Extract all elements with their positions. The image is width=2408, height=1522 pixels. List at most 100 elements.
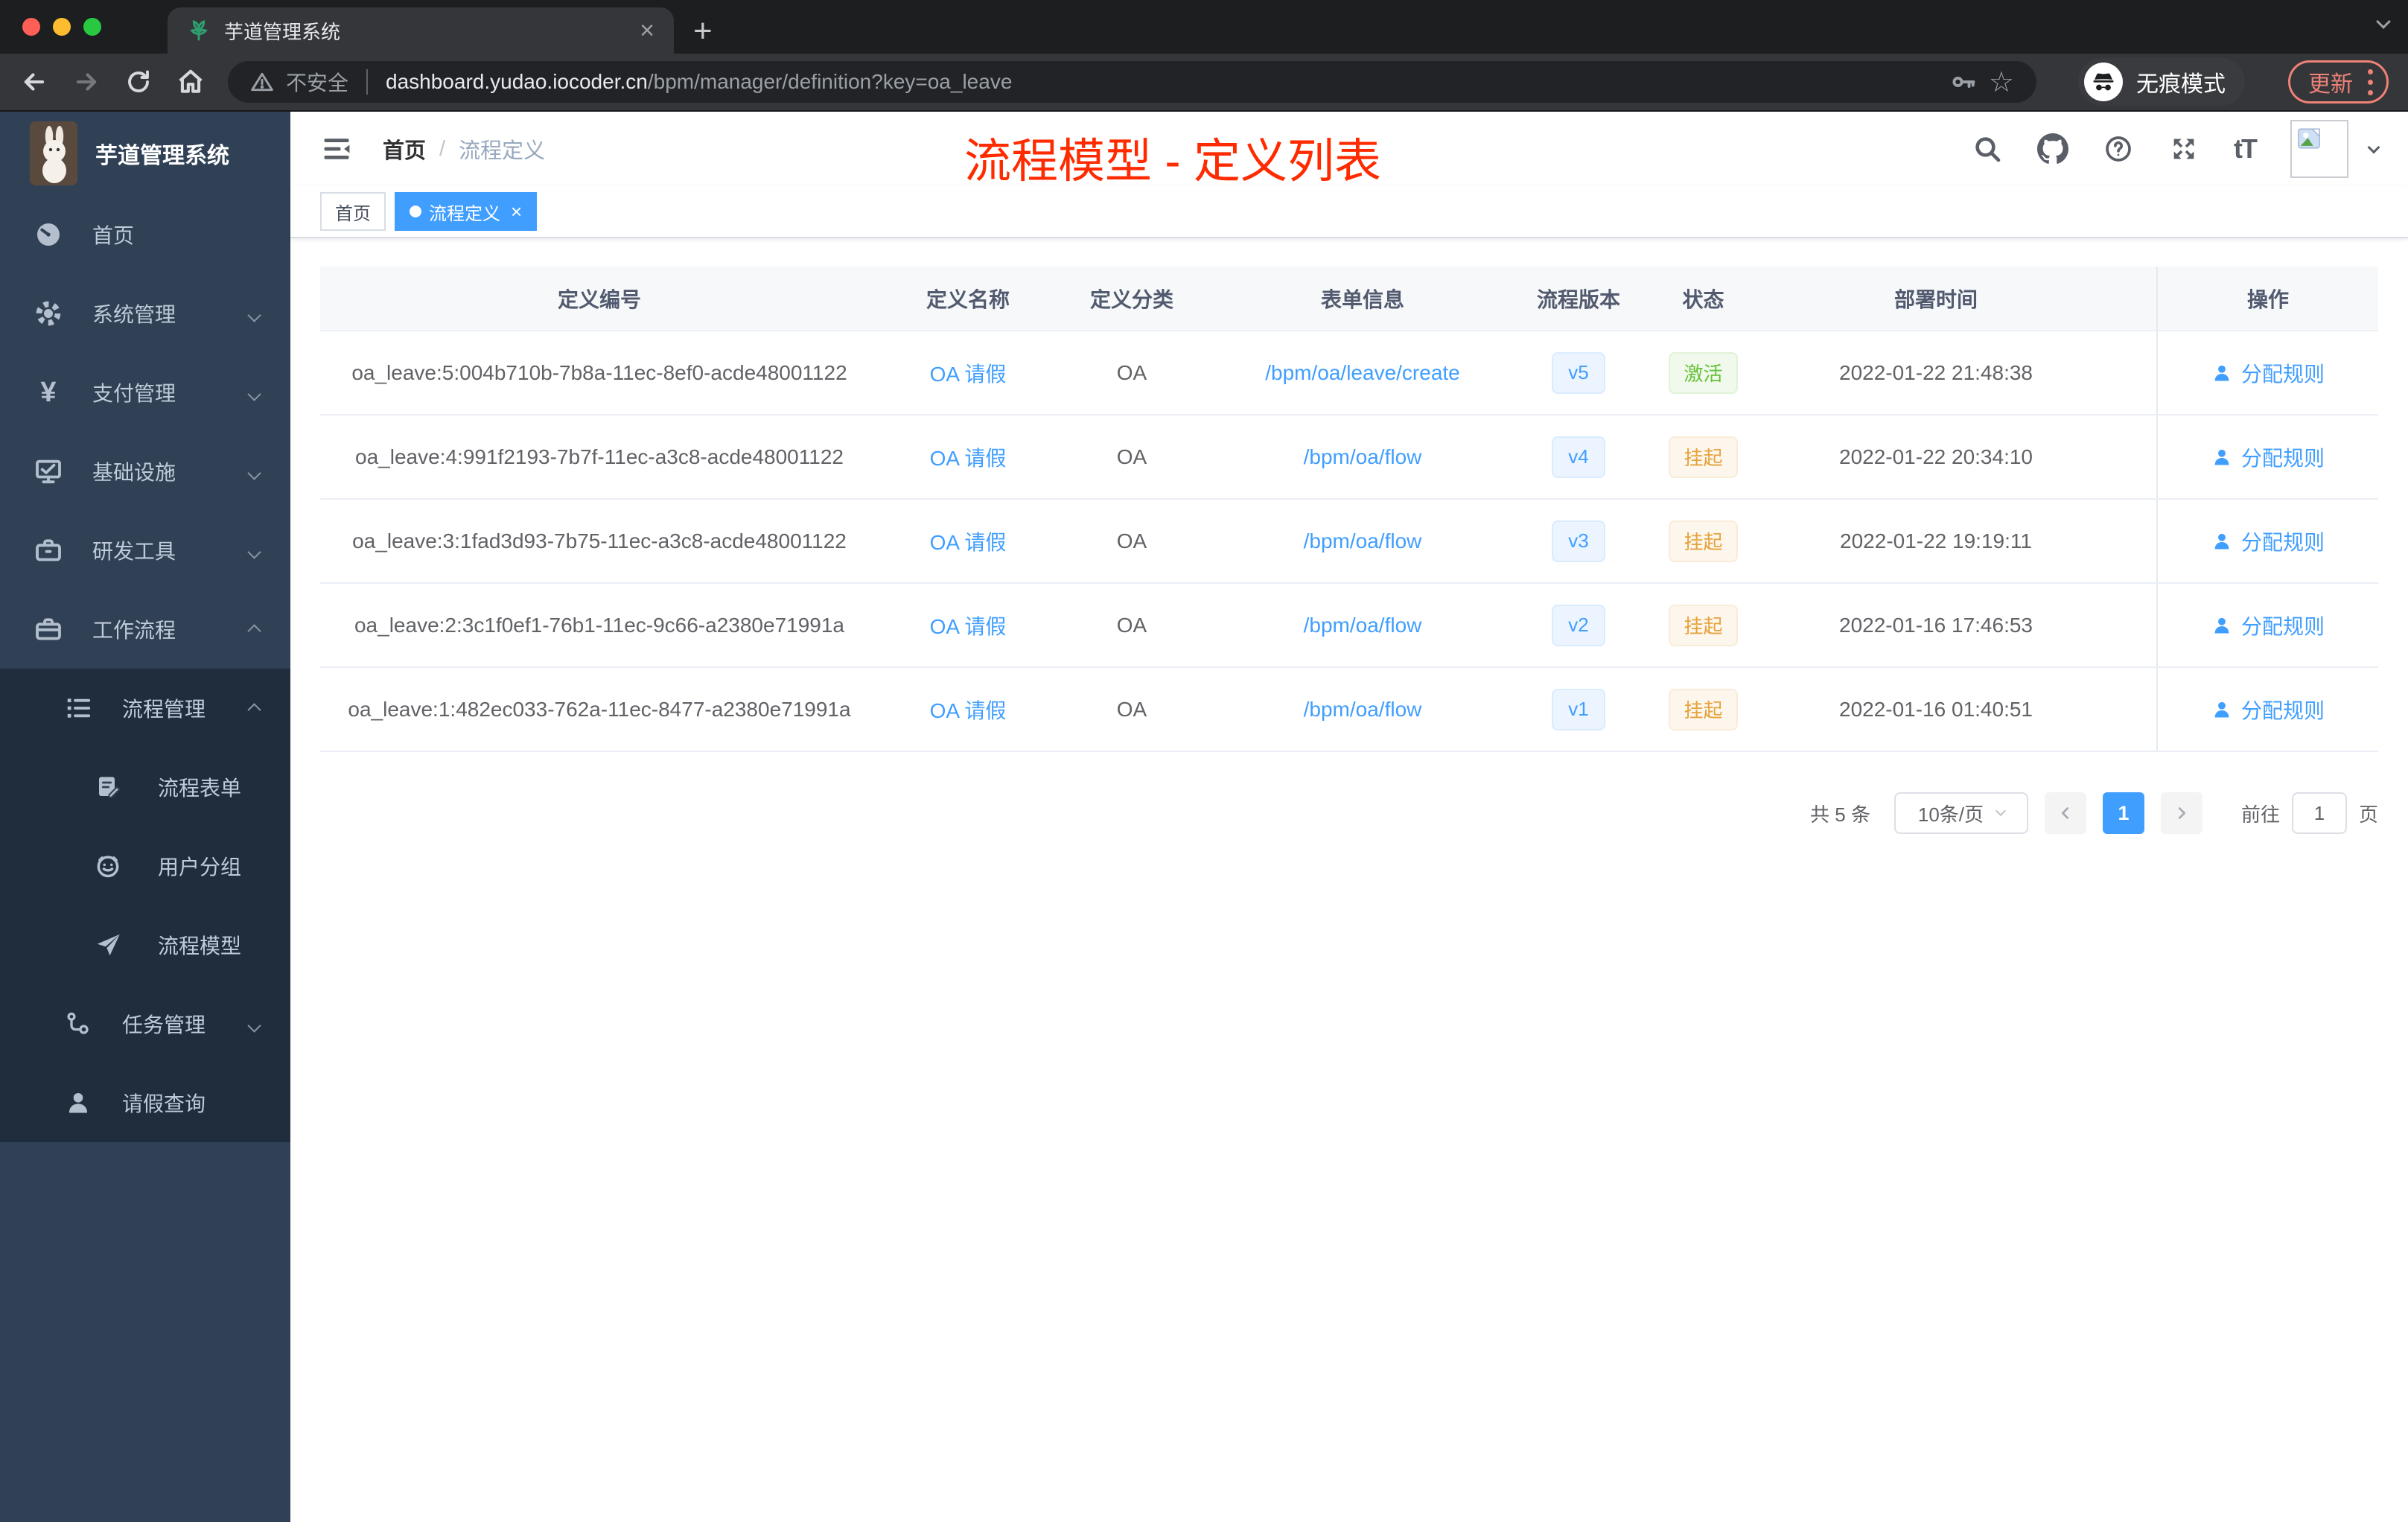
- favicon-plant-icon: [187, 19, 211, 42]
- tag-close-icon[interactable]: ×: [511, 200, 522, 223]
- sidebar-item-label: 流程模型: [158, 934, 242, 958]
- goto-page-input[interactable]: 1: [2291, 792, 2347, 834]
- definition-name-link[interactable]: OA 请假: [930, 526, 1007, 556]
- url-text[interactable]: dashboard.yudao.iocoder.cn/bpm/manager/d…: [386, 70, 1012, 94]
- tree-list-icon: [63, 692, 94, 724]
- yen-icon: ¥: [40, 376, 57, 408]
- next-page-button[interactable]: [2160, 792, 2202, 834]
- sidebar-item-payment[interactable]: ¥ 支付管理: [0, 353, 290, 432]
- sidebar-item-home[interactable]: 首页: [0, 195, 290, 274]
- sidebar-item-label: 首页: [92, 224, 135, 247]
- sidebar-item-process-form[interactable]: 流程表单: [0, 748, 290, 827]
- definition-category: OA: [1116, 697, 1147, 721]
- col-header: 流程版本: [1536, 287, 1620, 311]
- status-badge: 挂起: [1669, 604, 1738, 646]
- definition-name-link[interactable]: OA 请假: [930, 358, 1007, 388]
- sidebar-item-process-model[interactable]: 流程模型: [0, 905, 290, 984]
- sidebar-item-infra[interactable]: 基础设施: [0, 432, 290, 511]
- new-tab-button[interactable]: +: [693, 15, 713, 48]
- avatar[interactable]: [2290, 120, 2348, 178]
- sidebar-item-leave-query[interactable]: 请假查询: [0, 1063, 290, 1142]
- app-navbar: 首页 / 流程定义 流程模型 - 定义列表 tT: [290, 112, 2408, 188]
- tab-close-icon[interactable]: ×: [640, 18, 654, 43]
- security-label[interactable]: 不安全: [286, 67, 348, 97]
- definition-name-link[interactable]: OA 请假: [930, 442, 1007, 472]
- tab-search-chevron-icon[interactable]: [2376, 14, 2391, 31]
- col-header: 部署时间: [1893, 287, 1978, 311]
- forward-button[interactable]: [71, 67, 101, 97]
- app-title: 芋道管理系统: [95, 144, 229, 168]
- chevron-down-icon: [247, 302, 261, 325]
- sidebar: 芋道管理系统 首页 系统管理 ¥ 支付管理 基础设施 研发工具 工作流程 流程管…: [0, 112, 290, 1522]
- form-link[interactable]: /bpm/oa/leave/create: [1265, 361, 1460, 385]
- form-link[interactable]: /bpm/oa/flow: [1304, 698, 1422, 722]
- page-size-select[interactable]: 10条/页: [1893, 792, 2028, 834]
- fullscreen-icon[interactable]: [2168, 133, 2200, 165]
- sidebar-item-devtools[interactable]: 研发工具: [0, 511, 290, 590]
- assign-rule-link[interactable]: 分配规则: [2211, 611, 2325, 640]
- col-header: 定义分类: [1089, 287, 1173, 311]
- form-link[interactable]: /bpm/oa/flow: [1304, 529, 1422, 553]
- active-tag-dot: [410, 206, 421, 217]
- github-icon[interactable]: [2037, 133, 2069, 165]
- password-key-icon[interactable]: [1950, 69, 1977, 95]
- assign-rule-link[interactable]: 分配规则: [2211, 358, 2325, 388]
- sidebar-item-system[interactable]: 系统管理: [0, 274, 290, 353]
- dashboard-icon: [33, 219, 64, 250]
- sidebar-item-label: 基础设施: [92, 461, 176, 484]
- bookmark-star-icon[interactable]: ☆: [1989, 66, 2014, 99]
- breadcrumb-separator: /: [439, 136, 446, 161]
- browser-tab[interactable]: 芋道管理系统 ×: [168, 7, 674, 54]
- close-window-button[interactable]: [22, 18, 40, 36]
- avatar-caret-icon[interactable]: [2367, 141, 2380, 156]
- form-link[interactable]: /bpm/oa/flow: [1304, 614, 1422, 637]
- definition-id: oa_leave:2:3c1f0ef1-76b1-11ec-9c66-a2380…: [354, 613, 844, 637]
- definition-name-link[interactable]: OA 请假: [930, 611, 1007, 640]
- deploy-time: 2022-01-22 19:19:11: [1840, 529, 2032, 553]
- url-host: dashboard.yudao.iocoder.cn: [386, 70, 648, 93]
- address-bar[interactable]: 不安全 dashboard.yudao.iocoder.cn/bpm/manag…: [228, 61, 2036, 103]
- deploy-time: 2022-01-22 21:48:38: [1839, 360, 2033, 384]
- sidebar-item-process-mgmt[interactable]: 流程管理: [0, 669, 290, 748]
- form-document-icon: [92, 771, 124, 803]
- breadcrumb-home[interactable]: 首页: [383, 133, 426, 165]
- table-row: oa_leave:4:991f2193-7b7f-11ec-a3c8-acde4…: [320, 415, 2378, 500]
- sidebar-item-label: 工作流程: [92, 619, 176, 642]
- reload-button[interactable]: [124, 67, 153, 97]
- table-row: oa_leave:1:482ec033-762a-11ec-8477-a2380…: [320, 668, 2378, 752]
- zoom-window-button[interactable]: [83, 18, 101, 36]
- back-button[interactable]: [19, 67, 49, 97]
- page-content: 定义编号 定义名称 定义分类 表单信息 流程版本 状态 部署时间 操作 oa_l…: [290, 238, 2408, 1522]
- sidebar-item-workflow[interactable]: 工作流程: [0, 590, 290, 669]
- sidebar-item-user-group[interactable]: 用户分组: [0, 827, 290, 905]
- sidebar-collapse-hamburger-icon[interactable]: [320, 133, 353, 165]
- tag-home[interactable]: 首页: [320, 192, 386, 231]
- browser-menu-icon[interactable]: [2368, 69, 2373, 95]
- sidebar-item-task-mgmt[interactable]: 任务管理: [0, 984, 290, 1063]
- col-header: 定义名称: [926, 287, 1010, 311]
- tag-process-definition[interactable]: 流程定义 ×: [395, 192, 538, 231]
- help-icon[interactable]: [2103, 133, 2134, 165]
- definition-name-link[interactable]: OA 请假: [930, 695, 1007, 725]
- tags-view-bar: 首页 流程定义 ×: [290, 186, 2408, 238]
- search-icon[interactable]: [1972, 133, 2003, 165]
- chevron-down-icon: [247, 459, 261, 483]
- chevron-up-icon: [247, 696, 261, 720]
- form-link[interactable]: /bpm/oa/flow: [1304, 445, 1422, 469]
- home-button[interactable]: [176, 67, 206, 97]
- incognito-label: 无痕模式: [2136, 72, 2226, 97]
- flow-nodes-icon: [63, 1008, 94, 1039]
- prev-page-button[interactable]: [2044, 792, 2086, 834]
- assign-rule-link[interactable]: 分配规则: [2211, 526, 2325, 556]
- definition-id: oa_leave:1:482ec033-762a-11ec-8477-a2380…: [348, 697, 851, 721]
- version-badge: v4: [1552, 436, 1605, 478]
- minimize-window-button[interactable]: [53, 18, 71, 36]
- assign-rule-link[interactable]: 分配规则: [2211, 695, 2325, 725]
- assign-rule-link[interactable]: 分配规则: [2211, 442, 2325, 472]
- font-size-icon[interactable]: tT: [2234, 133, 2258, 165]
- browser-toolbar: 不安全 dashboard.yudao.iocoder.cn/bpm/manag…: [0, 54, 2408, 112]
- browser-update-button[interactable]: 更新: [2288, 60, 2389, 104]
- col-header: 表单信息: [1320, 287, 1404, 311]
- chevron-down-icon: [247, 538, 261, 562]
- page-number-active[interactable]: 1: [2102, 792, 2144, 834]
